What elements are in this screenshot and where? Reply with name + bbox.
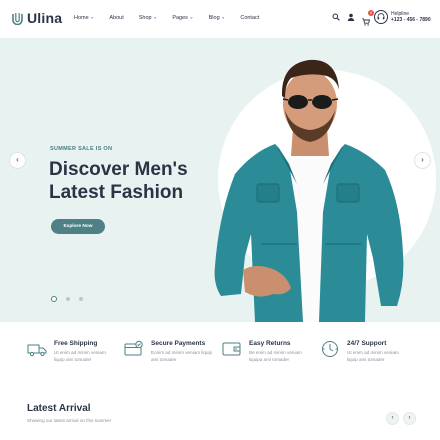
truck-icon [27, 344, 47, 357]
feature-title: 24/7 Support [347, 340, 387, 347]
hero-title-line: Latest Fashion [49, 182, 184, 203]
section-subtitle: Showing our latest arrival on this summe… [27, 418, 112, 423]
feature-title: Easy Returns [249, 340, 291, 347]
section-title: Latest Arrival [27, 403, 91, 414]
helpline-number: +123 - 456 - 7890 [391, 17, 431, 23]
hero-model-image [214, 59, 404, 322]
helpline[interactable]: Helpline +123 - 456 - 7890 [374, 10, 431, 24]
chevron-down-icon: ⌄ [189, 14, 194, 21]
slider-dot-3[interactable] [79, 297, 83, 301]
hero-next-button[interactable]: › [414, 152, 431, 169]
feature-title: Secure Payments [151, 340, 206, 347]
feature-secure-payments: Secure Payments Eonim ad minim veniam li… [124, 340, 213, 363]
explore-now-button[interactable]: Explore Now [51, 219, 105, 234]
nav-item-shop[interactable]: Shop ⌄ [138, 14, 158, 22]
logo-icon [12, 12, 23, 25]
nav-item-blog[interactable]: Blog ⌄ [208, 14, 226, 22]
latest-prev-button[interactable]: ‹ [386, 412, 399, 425]
hero-prev-button[interactable]: ‹ [9, 152, 26, 169]
hero-title-line: Discover Men's [49, 159, 188, 180]
feature-free-shipping: Free Shipping Ut enim ad minim veniam li… [27, 340, 116, 363]
card-icon [124, 340, 143, 356]
hero-title: Discover Men's Latest Fashion [49, 158, 219, 204]
slider-dot-2[interactable] [66, 297, 70, 301]
nav-label: Contact [240, 15, 260, 21]
slider-dots [51, 296, 83, 302]
nav-label: Blog [208, 15, 220, 21]
wallet-icon [222, 342, 241, 356]
chevron-left-icon: ‹ [16, 155, 19, 164]
chevron-right-icon: › [408, 415, 411, 421]
chevron-down-icon: ⌄ [221, 14, 226, 21]
chevron-down-icon: ⌄ [153, 14, 158, 21]
cart-icon [362, 18, 371, 26]
chevron-down-icon: ⌄ [90, 14, 95, 21]
brand-name: Ulina [27, 10, 63, 26]
chevron-right-icon: › [421, 155, 424, 164]
feature-desc: Eonim ad minim veniam liquip ami tomader [151, 350, 213, 362]
nav-label: Pages [172, 15, 188, 21]
nav-label: Shop [138, 15, 152, 21]
feature-support: 24/7 Support Ut enim ad minim veniam liq… [320, 340, 409, 363]
nav-item-about[interactable]: About [109, 15, 123, 21]
nav-label: Home [74, 15, 89, 21]
nav-item-pages[interactable]: Pages ⌄ [172, 14, 194, 22]
main-nav: Home ⌄ About Shop ⌄ Pages ⌄ Blog ⌄ Conta… [74, 14, 259, 22]
chevron-left-icon: ‹ [391, 415, 394, 421]
hero-banner: SUMMER SALE IS ON Discover Men's Latest … [0, 38, 440, 322]
feature-desc: Be enim ad minim veniam liquipa ami toma… [249, 350, 302, 362]
slider-dot-1[interactable] [51, 296, 57, 302]
nav-label: About [109, 15, 124, 21]
feature-desc: Ut enim ad minim veniam liquip ami tomad… [347, 350, 399, 362]
site-header: Ulina Home ⌄ About Shop ⌄ Pages ⌄ Blog ⌄… [0, 0, 440, 38]
header-actions: 0 [332, 10, 374, 26]
cart-button[interactable]: 0 [362, 10, 374, 26]
nav-item-home[interactable]: Home ⌄ [74, 14, 95, 22]
feature-desc: Ut enim ad minim veniam liquip ami tomad… [54, 350, 106, 362]
search-icon[interactable] [332, 13, 340, 21]
support-icon [322, 341, 338, 357]
feature-strip: Free Shipping Ut enim ad minim veniam li… [0, 322, 440, 382]
latest-next-button[interactable]: › [403, 412, 416, 425]
logo[interactable]: Ulina [11, 10, 62, 26]
hero-kicker: SUMMER SALE IS ON [50, 146, 113, 152]
feature-easy-returns: Easy Returns Be enim ad minim veniam liq… [222, 340, 311, 363]
user-icon[interactable] [347, 13, 355, 21]
feature-title: Free Shipping [54, 340, 98, 347]
headset-icon [374, 10, 388, 24]
nav-item-contact[interactable]: Contact [240, 15, 259, 21]
